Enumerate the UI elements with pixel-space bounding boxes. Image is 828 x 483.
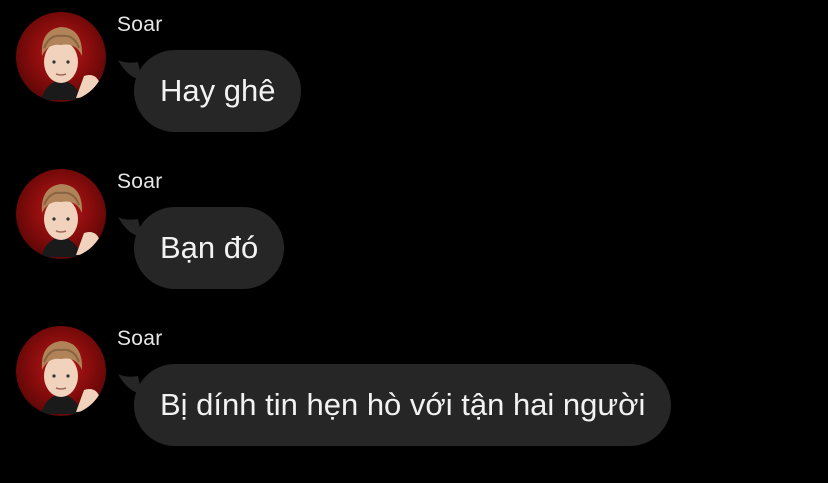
sender-name: Soar xyxy=(117,13,163,36)
profile-photo-icon xyxy=(41,341,100,414)
profile-photo-icon xyxy=(41,27,100,100)
message-bubble[interactable]: Bạn đó xyxy=(134,207,285,289)
avatar[interactable] xyxy=(16,169,106,259)
message-row: Soar Hay ghê xyxy=(0,0,828,157)
message-row: Soar Bạn đó xyxy=(0,157,828,314)
message-bubble[interactable]: Bị dính tin hẹn hò với tận hai người xyxy=(134,364,672,446)
message-bubble[interactable]: Hay ghê xyxy=(134,50,302,132)
message-row: Soar Bị dính tin hẹn hò với tận hai ngườ… xyxy=(0,314,828,471)
sender-name: Soar xyxy=(117,327,163,350)
chat-thread: Soar Hay ghê Soar Bạn đó Soar Bị dính ti… xyxy=(0,0,828,483)
avatar[interactable] xyxy=(16,12,106,102)
avatar[interactable] xyxy=(16,326,106,416)
profile-photo-icon xyxy=(41,184,100,257)
sender-name: Soar xyxy=(117,170,163,193)
